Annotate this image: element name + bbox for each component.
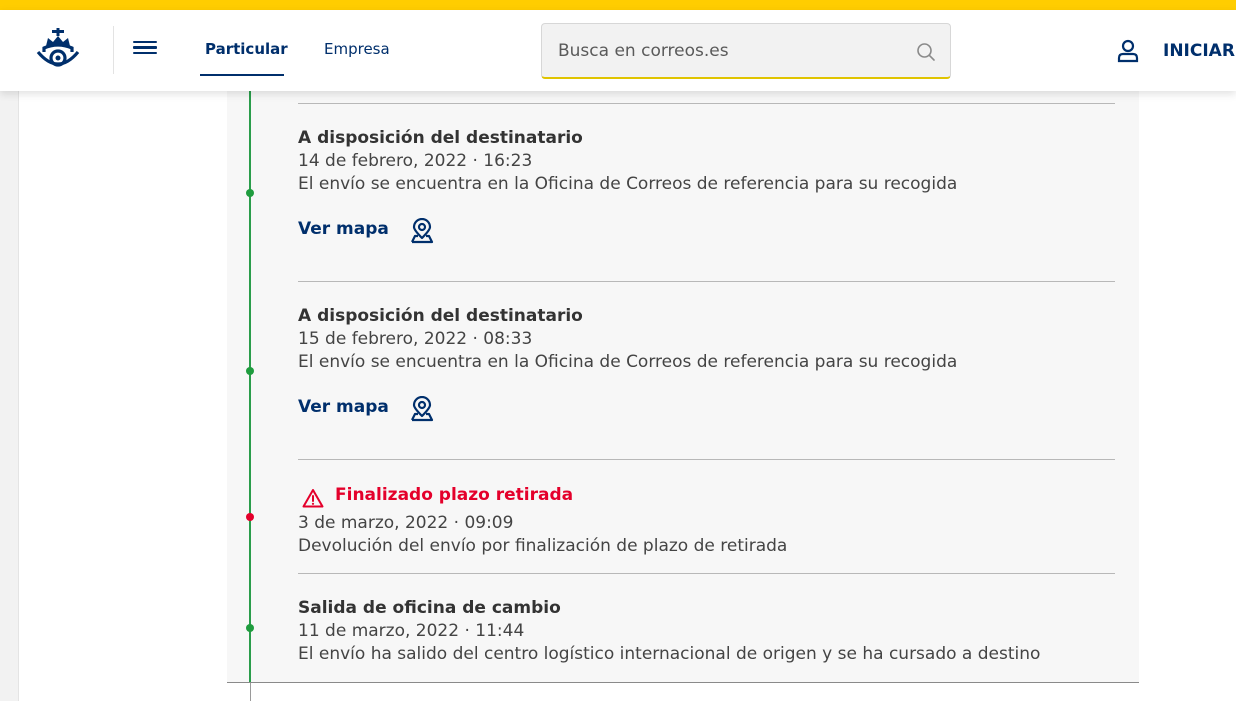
event-title: A disposición del destinatario bbox=[298, 306, 583, 326]
event-separator bbox=[298, 281, 1115, 282]
event-separator bbox=[298, 573, 1115, 574]
search-box bbox=[541, 23, 951, 79]
warning-icon bbox=[302, 489, 324, 508]
left-panel bbox=[0, 91, 19, 701]
hamburger-menu-icon[interactable] bbox=[132, 38, 158, 62]
event-datetime: 14 de febrero, 2022 · 16:23 bbox=[298, 151, 533, 171]
correos-logo-icon[interactable] bbox=[32, 28, 84, 76]
event-description: El envío ha salido del centro logístico … bbox=[298, 644, 1041, 664]
timeline-dot-warning bbox=[246, 513, 254, 521]
header-divider bbox=[113, 26, 114, 74]
login-link[interactable]: INICIAR bbox=[1163, 41, 1235, 61]
event-separator bbox=[298, 459, 1115, 460]
event-datetime: 11 de marzo, 2022 · 11:44 bbox=[298, 621, 525, 641]
timeline-dot bbox=[246, 367, 254, 375]
timeline-line bbox=[249, 91, 251, 683]
view-map-link[interactable]: Ver mapa bbox=[298, 397, 389, 417]
view-map-link[interactable]: Ver mapa bbox=[298, 219, 389, 239]
event-description: Devolución del envío por finalización de… bbox=[298, 536, 788, 556]
timeline-tail bbox=[250, 683, 251, 701]
map-pin-icon[interactable] bbox=[409, 396, 435, 422]
search-icon[interactable] bbox=[916, 42, 936, 62]
event-title-warning: Finalizado plazo retirada bbox=[335, 485, 574, 505]
tab-empresa[interactable]: Empresa bbox=[324, 40, 390, 58]
event-description: El envío se encuentra en la Oficina de C… bbox=[298, 352, 958, 372]
timeline-dot bbox=[246, 189, 254, 197]
timeline-dot bbox=[246, 624, 254, 632]
event-title: A disposición del destinatario bbox=[298, 128, 583, 148]
brand-top-bar bbox=[0, 0, 1236, 10]
user-icon[interactable] bbox=[1117, 39, 1139, 63]
map-pin-icon[interactable] bbox=[409, 218, 435, 244]
event-separator bbox=[298, 103, 1115, 104]
event-description: El envío se encuentra en la Oficina de C… bbox=[298, 174, 958, 194]
site-header: Particular Empresa INICIAR bbox=[0, 10, 1236, 91]
event-datetime: 3 de marzo, 2022 · 09:09 bbox=[298, 513, 514, 533]
tab-particular[interactable]: Particular bbox=[205, 40, 288, 58]
search-input[interactable] bbox=[558, 37, 898, 65]
event-datetime: 15 de febrero, 2022 · 08:33 bbox=[298, 329, 533, 349]
event-title: Salida de oficina de cambio bbox=[298, 598, 561, 618]
panel-bottom-border bbox=[227, 682, 1139, 683]
active-tab-indicator bbox=[200, 74, 284, 76]
